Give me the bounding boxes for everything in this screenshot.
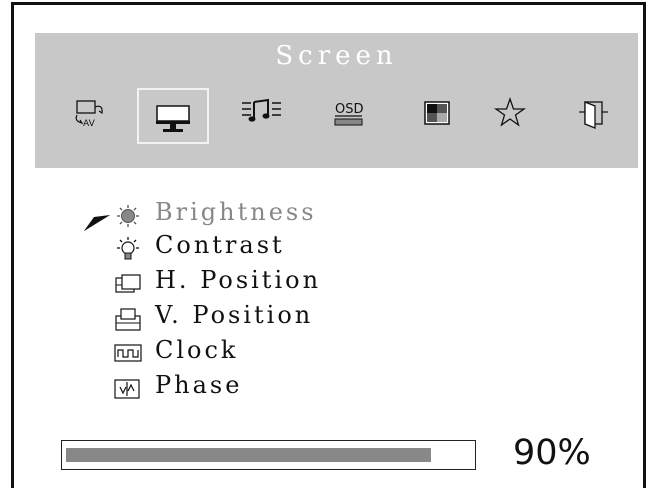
menu-item-label: H. Position bbox=[155, 266, 322, 294]
menu-item-label: Clock bbox=[155, 336, 239, 364]
osd-icon-label: OSD bbox=[335, 102, 364, 117]
monitor-screen-icon bbox=[156, 105, 190, 132]
slider-value: 90% bbox=[513, 433, 591, 473]
brightness-icon bbox=[117, 205, 139, 227]
menu-item-brightness[interactable]: Brightness bbox=[112, 198, 472, 230]
tab-audio[interactable] bbox=[225, 88, 297, 144]
menu-item-h-position[interactable]: H. Position bbox=[112, 266, 472, 298]
h-position-icon bbox=[115, 274, 141, 293]
osd-header: Screen AV OSD bbox=[35, 33, 638, 168]
menu-title: Screen bbox=[275, 41, 398, 71]
input-source-av-icon: AV bbox=[75, 100, 103, 129]
contrast-icon bbox=[117, 237, 139, 260]
tab-screen[interactable] bbox=[137, 88, 209, 144]
audio-music-icon bbox=[242, 98, 281, 122]
osd-settings-icon: OSD bbox=[334, 102, 364, 126]
phase-icon bbox=[114, 379, 140, 399]
star-icon bbox=[493, 97, 527, 127]
menu-item-label: Brightness bbox=[155, 198, 317, 226]
menu-item-label: V. Position bbox=[155, 301, 314, 329]
exit-door-icon bbox=[579, 101, 608, 129]
slider-fill bbox=[66, 448, 431, 462]
tab-osd[interactable]: OSD bbox=[313, 88, 385, 144]
brightness-slider[interactable] bbox=[61, 440, 476, 470]
tab-input-source[interactable]: AV bbox=[55, 88, 127, 144]
tab-color[interactable] bbox=[405, 88, 477, 144]
menu-item-phase[interactable]: Phase bbox=[112, 371, 472, 403]
menu-item-clock[interactable]: Clock bbox=[112, 336, 472, 368]
svg-text:AV: AV bbox=[83, 119, 96, 129]
color-palette-icon bbox=[424, 101, 450, 125]
tab-favorites[interactable] bbox=[480, 88, 552, 144]
tab-exit[interactable] bbox=[560, 88, 632, 144]
menu-item-v-position[interactable]: V. Position bbox=[112, 301, 472, 333]
clock-icon bbox=[114, 344, 142, 362]
menu-item-label: Contrast bbox=[155, 231, 285, 259]
menu-item-label: Phase bbox=[155, 371, 243, 399]
menu-item-contrast[interactable]: Contrast bbox=[112, 231, 472, 263]
v-position-icon bbox=[115, 308, 141, 331]
selection-arrow-icon bbox=[84, 215, 110, 231]
